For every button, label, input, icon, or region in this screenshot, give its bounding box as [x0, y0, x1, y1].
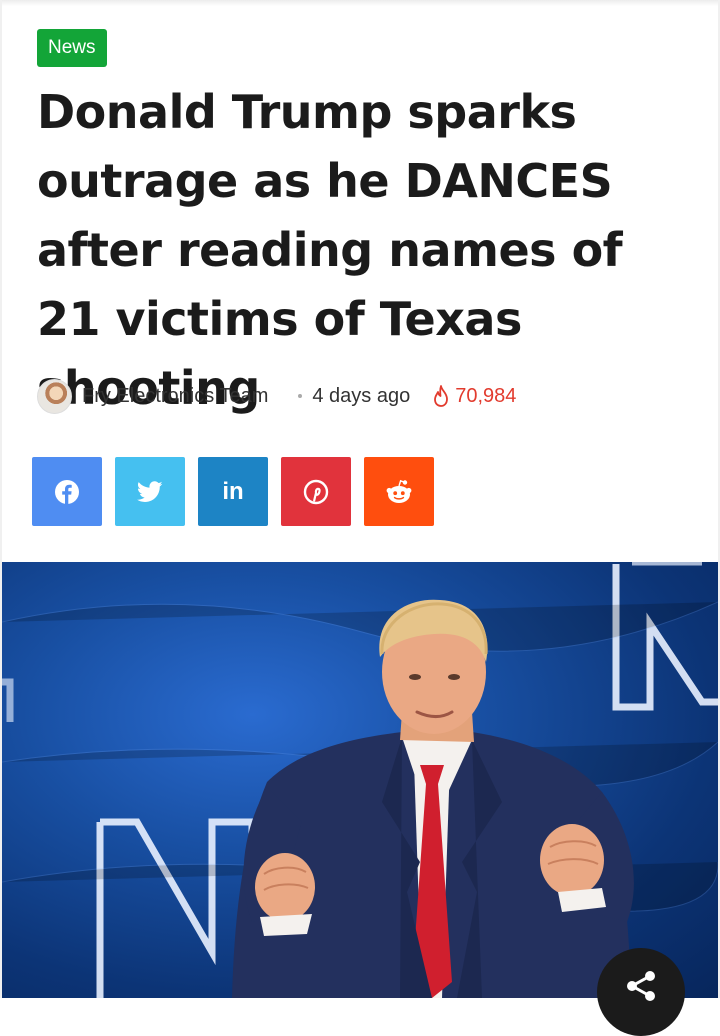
floating-share-button[interactable]	[597, 948, 685, 1036]
facebook-icon	[55, 479, 79, 504]
share-pinterest-button[interactable]	[281, 457, 351, 526]
fire-icon	[434, 385, 449, 407]
author-avatar[interactable]	[37, 378, 72, 414]
pinterest-icon	[303, 479, 329, 504]
linkedin-icon: in	[222, 477, 244, 505]
share-icon	[627, 971, 655, 1001]
share-facebook-button[interactable]	[32, 457, 102, 526]
share-twitter-button[interactable]	[115, 457, 185, 526]
article-image-illustration	[2, 562, 718, 998]
meta-separator	[298, 394, 303, 398]
top-shadow	[0, 0, 720, 6]
article-image[interactable]	[2, 562, 718, 998]
category-badge[interactable]: News	[37, 29, 107, 67]
article-meta: Fry Electronics Team 4 days ago 70,984	[37, 376, 697, 416]
share-reddit-button[interactable]	[364, 457, 434, 526]
author-name[interactable]: Fry Electronics Team	[82, 385, 268, 408]
view-count: 70,984	[455, 384, 517, 407]
speaker-figure	[232, 599, 634, 998]
article-title: Donald Trump sparks outrage as he DANCES…	[37, 85, 623, 415]
share-buttons: in	[32, 457, 447, 526]
reddit-icon	[386, 479, 412, 503]
post-time: 4 days ago	[312, 384, 411, 407]
twitter-icon	[137, 480, 163, 502]
share-linkedin-button[interactable]: in	[198, 457, 268, 526]
